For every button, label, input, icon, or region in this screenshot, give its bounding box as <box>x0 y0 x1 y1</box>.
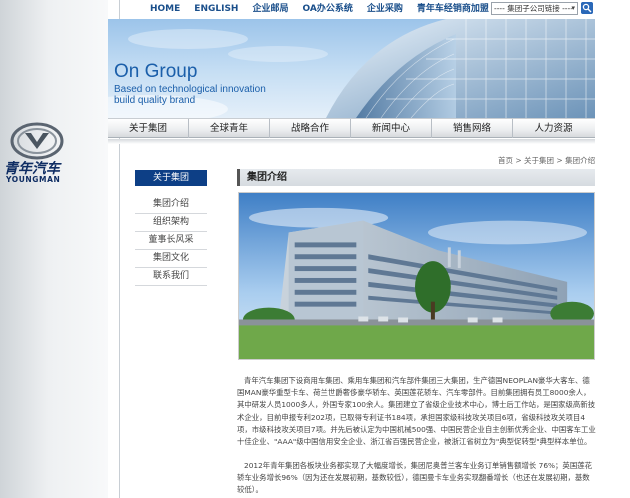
chevron-down-icon: ▾ <box>571 4 575 12</box>
content-paragraph-1: 青年汽车集团下设商用车集团、乘用车集团和汽车部件集团三大集团，生产德国NEOPL… <box>237 376 596 447</box>
top-link-english[interactable]: ENGLISH <box>194 3 238 17</box>
sidebar-item-intro[interactable]: 集团介绍 <box>135 196 207 214</box>
company-select-value: ---- 集团子公司链接 ---- <box>494 4 573 13</box>
nav-about[interactable]: 关于集团 <box>108 119 189 138</box>
sidebar-item-contact[interactable]: 联系我们 <box>135 268 207 286</box>
breadcrumb[interactable]: 首页 > 关于集团 > 集团介绍 <box>498 155 595 166</box>
sidebar: 关于集团 集团介绍 组织架构 董事长风采 集团文化 联系我们 <box>135 170 207 286</box>
headquarters-photo <box>238 192 595 360</box>
logo-name-en: YOUNGMAN <box>6 175 61 184</box>
hero-banner: On Group Based on technological innovati… <box>108 19 595 118</box>
nav-sales[interactable]: 销售网络 <box>432 119 513 138</box>
top-link-mail[interactable]: 企业邮局 <box>252 3 288 17</box>
nav-shadow <box>108 139 595 144</box>
page: 青年汽车 YOUNGMAN HOME ENGLISH 企业邮局 OA办公系统 企… <box>0 0 630 498</box>
content-header: 集团介绍 <box>237 169 595 186</box>
sidebar-item-structure[interactable]: 组织架构 <box>135 214 207 232</box>
banner-subtitle-line1: Based on technological innovation <box>114 84 266 95</box>
top-nav: HOME ENGLISH 企业邮局 OA办公系统 企业采购 青年车经销商加盟 <box>150 3 503 17</box>
top-link-dealer[interactable]: 青年车经销商加盟 <box>417 3 489 17</box>
banner-subtitle-line2: build quality brand <box>114 95 196 106</box>
search-button[interactable] <box>581 2 593 14</box>
nav-global[interactable]: 全球青年 <box>189 119 270 138</box>
top-link-purchase[interactable]: 企业采购 <box>367 3 403 17</box>
top-link-home[interactable]: HOME <box>150 3 180 17</box>
main-nav: 关于集团 全球青年 战略合作 新闻中心 销售网络 人力资源 <box>108 118 595 138</box>
sidebar-item-chairman[interactable]: 董事长风采 <box>135 232 207 250</box>
banner-building-image <box>326 19 595 118</box>
nav-strategy[interactable]: 战略合作 <box>270 119 351 138</box>
nav-news[interactable]: 新闻中心 <box>351 119 432 138</box>
youngman-logo-icon[interactable] <box>10 122 64 160</box>
company-links-select[interactable]: ---- 集团子公司链接 ---- ▾ <box>491 2 578 15</box>
banner-title: On Group <box>114 61 198 82</box>
nav-hr[interactable]: 人力资源 <box>513 119 594 138</box>
content-header-accent <box>237 169 240 186</box>
sidebar-heading[interactable]: 关于集团 <box>135 170 207 186</box>
sidebar-item-culture[interactable]: 集团文化 <box>135 250 207 268</box>
content-paragraph-2: 2012年青年集团各板块业务都实现了大幅度增长，集团尼奥普兰客车业务订单销售额增… <box>237 461 592 495</box>
content-title: 集团介绍 <box>247 172 287 183</box>
top-link-oa[interactable]: OA办公系统 <box>302 3 352 17</box>
